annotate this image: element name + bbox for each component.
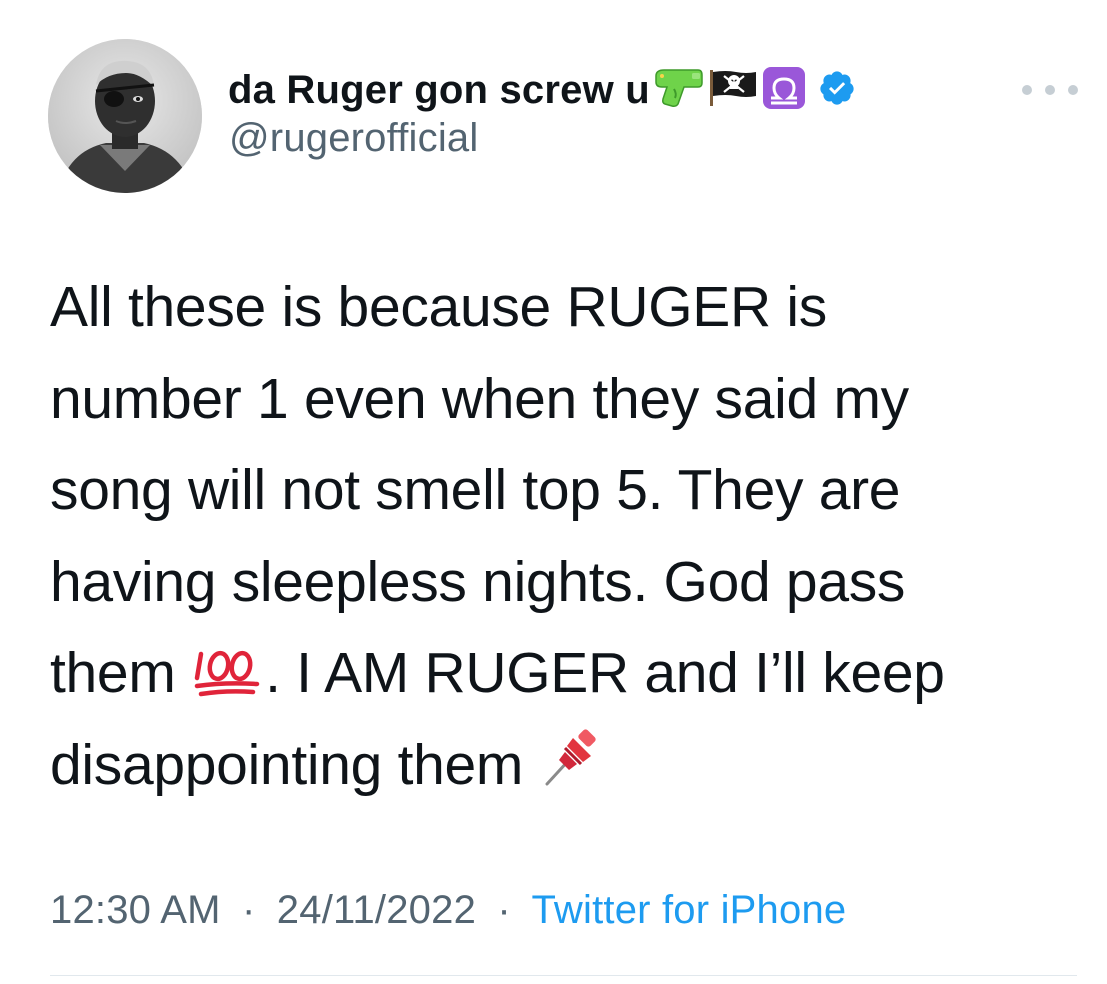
- verified-badge-icon: [818, 69, 856, 112]
- tweet-line: them . I AM RUGER and I’ll keep: [50, 628, 1080, 720]
- divider: [50, 975, 1077, 976]
- pushpin-icon: [539, 726, 603, 818]
- tweet-line: All these is because RUGER is: [50, 275, 827, 339]
- tweet-line-text: them: [50, 641, 192, 705]
- tweet-card: da Ruger gon screw u @rugerofficial All …: [0, 0, 1107, 984]
- tweet-source-link[interactable]: Twitter for iPhone: [531, 888, 846, 932]
- tweet-line: disappointing them: [50, 720, 1080, 812]
- display-name[interactable]: da Ruger gon screw u: [228, 68, 650, 113]
- avatar-photo: [48, 39, 202, 193]
- tweet-meta: 12:30 AM · 24/11/2022 · Twitter for iPho…: [50, 888, 846, 933]
- more-options-button[interactable]: [1022, 80, 1078, 100]
- tweet-text: All these is because RUGER is number 1 e…: [50, 262, 1080, 811]
- tweet-line-text: . I AM RUGER and I’ll keep: [265, 641, 945, 705]
- tweet-line: number 1 even when they said my: [50, 366, 909, 431]
- tweet-date[interactable]: 24/11/2022: [277, 888, 476, 932]
- user-handle[interactable]: @rugerofficial: [229, 116, 478, 161]
- display-name-row[interactable]: da Ruger gon screw u: [228, 62, 856, 118]
- meta-separator: ·: [241, 888, 256, 932]
- more-dot-icon: [1022, 85, 1032, 95]
- avatar[interactable]: [48, 39, 202, 193]
- water-pistol-icon: [654, 68, 704, 113]
- hundred-points-icon: [191, 634, 265, 726]
- pirate-flag-icon: [708, 68, 758, 113]
- more-dot-icon: [1068, 85, 1078, 95]
- meta-separator: ·: [497, 888, 511, 932]
- tweet-line-text: disappointing them: [50, 732, 539, 797]
- tweet-line: song will not smell top 5. They are: [50, 458, 901, 522]
- tweet-time[interactable]: 12:30 AM: [50, 888, 221, 932]
- more-dot-icon: [1045, 85, 1055, 95]
- libra-icon: [762, 66, 806, 115]
- tweet-line: having sleepless nights. God pass: [50, 549, 906, 614]
